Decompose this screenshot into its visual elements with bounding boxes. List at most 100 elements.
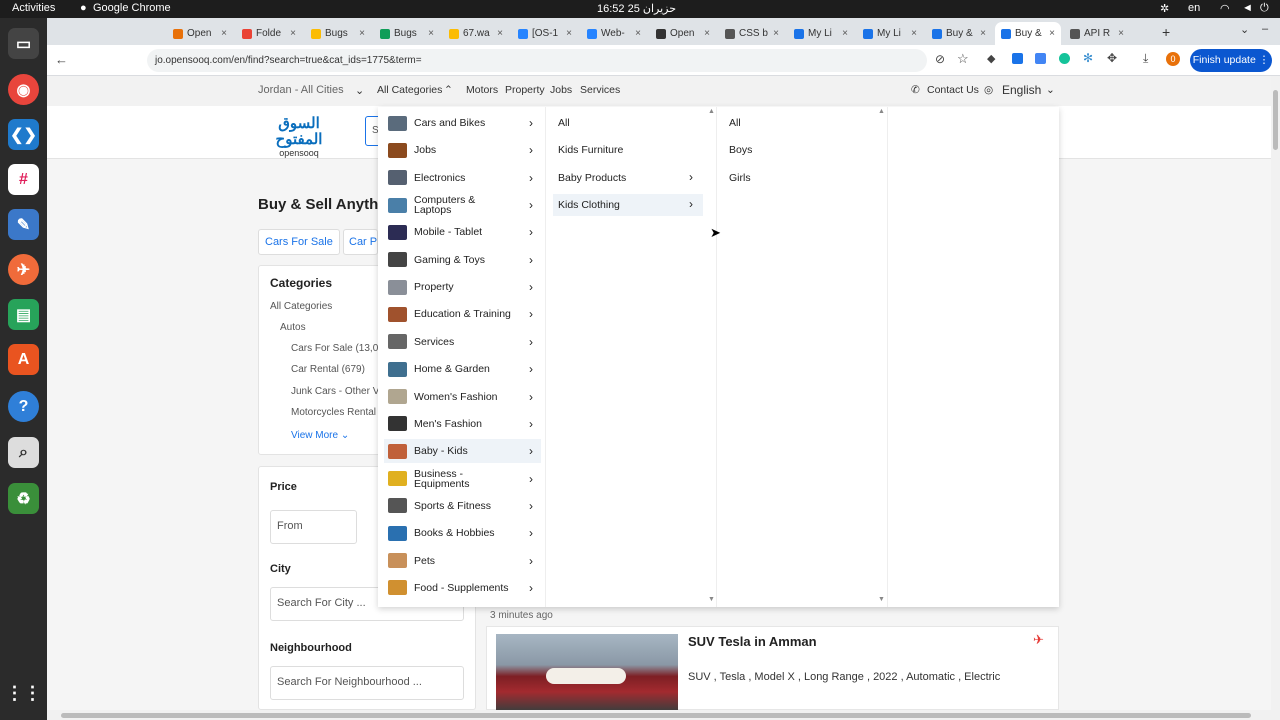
help-icon[interactable]: ?	[8, 391, 39, 422]
scrollbar-thumb[interactable]	[1273, 90, 1278, 150]
scroll-up-arrow-icon[interactable]: ▲	[708, 108, 715, 115]
show-apps-icon[interactable]: ⋮⋮	[6, 678, 42, 709]
category-car-rental[interactable]: Car Rental (679)	[291, 364, 365, 375]
tab-close-icon[interactable]: ×	[290, 28, 296, 39]
menu-subcategory-item[interactable]: Kids Furniture	[553, 139, 703, 161]
site-logo[interactable]: السوق المفتوح opensooq	[259, 116, 339, 159]
trash-icon[interactable]: ♻	[8, 483, 39, 514]
wifi-icon[interactable]: ◠	[1220, 2, 1230, 15]
nav-link-jobs[interactable]: Jobs	[550, 84, 572, 96]
chevron-up-icon[interactable]: ⌃	[444, 84, 453, 96]
nav-link-property[interactable]: Property	[505, 84, 545, 96]
postman-icon[interactable]: ✈	[8, 254, 39, 285]
tab-close-icon[interactable]: ×	[428, 28, 434, 39]
tracking-icon[interactable]: ⊘	[935, 52, 945, 66]
browser-tab[interactable]: Web- ×	[581, 22, 647, 45]
menu-category-item[interactable]: Property ›	[384, 275, 541, 299]
neighbourhood-search-input[interactable]: Search For Neighbourhood ...	[270, 666, 464, 700]
extension-icon[interactable]: ◆	[987, 52, 995, 65]
contact-us-link[interactable]: Contact Us	[927, 84, 979, 96]
language-selector[interactable]: English	[1002, 83, 1041, 97]
scroll-down-arrow-icon[interactable]: ▼	[708, 596, 715, 603]
back-button[interactable]: ←	[55, 52, 68, 67]
menu-category-item[interactable]: Mobile - Tablet ›	[384, 220, 541, 244]
tab-close-icon[interactable]: ×	[1049, 28, 1055, 39]
price-from-input[interactable]: From	[270, 510, 357, 544]
grammarly-icon[interactable]	[1059, 53, 1070, 64]
chip-cars-for-sale[interactable]: Cars For Sale	[258, 229, 340, 255]
extensions-puzzle-icon[interactable]: ✥	[1107, 51, 1117, 65]
menu-category-item[interactable]: Computers & Laptops ›	[384, 193, 541, 217]
tab-close-icon[interactable]: ×	[497, 28, 503, 39]
browser-tab[interactable]: My Li ×	[857, 22, 923, 45]
browser-tab[interactable]: Buy & ×	[995, 22, 1061, 45]
menu-category-item[interactable]: Pets ›	[384, 549, 541, 573]
screenshot-icon[interactable]: ⌕	[8, 437, 39, 468]
translate-extension-icon[interactable]	[1012, 53, 1023, 64]
browser-tab[interactable]: My Li ×	[788, 22, 854, 45]
all-categories-toggle[interactable]: All Categories	[377, 84, 442, 96]
tab-close-icon[interactable]: ×	[704, 28, 710, 39]
tab-close-icon[interactable]: ×	[773, 28, 779, 39]
menu-subcategory-item[interactable]: Kids Clothing ›	[553, 193, 703, 216]
slack-icon[interactable]: #	[8, 164, 39, 195]
scroll-up-arrow-icon[interactable]: ▲	[878, 108, 885, 115]
menu-category-item[interactable]: Education & Training ›	[384, 302, 541, 326]
tab-search-icon[interactable]: ⌄	[1240, 23, 1249, 36]
finish-update-button[interactable]: Finish update ⋮	[1190, 49, 1272, 72]
download-icon[interactable]: ⤓	[1143, 51, 1148, 66]
active-app-name[interactable]: Google Chrome	[93, 2, 171, 14]
nav-link-services[interactable]: Services	[580, 84, 620, 96]
tab-close-icon[interactable]: ×	[359, 28, 365, 39]
menu-category-item[interactable]: Gaming & Toys ›	[384, 248, 541, 272]
browser-tab[interactable]: Open ×	[650, 22, 716, 45]
listing-image[interactable]	[496, 634, 678, 710]
volume-icon[interactable]: ◄	[1242, 2, 1253, 14]
browser-tab[interactable]: Bugs ×	[305, 22, 371, 45]
nav-link-motors[interactable]: Motors	[466, 84, 498, 96]
vscode-icon[interactable]: ❮❯	[8, 119, 39, 150]
category-cars-for-sale[interactable]: Cars For Sale (13,07	[291, 343, 384, 354]
tab-close-icon[interactable]: ×	[1118, 28, 1124, 39]
menu-category-item[interactable]: Cars and Bikes ›	[384, 111, 541, 135]
minimize-button[interactable]: –	[1262, 23, 1268, 35]
profile-avatar[interactable]: 0	[1166, 52, 1180, 66]
browser-tab[interactable]: 67.wa ×	[443, 22, 509, 45]
tab-close-icon[interactable]: ×	[911, 28, 917, 39]
menu-category-item[interactable]: Business - Equipments ›	[384, 467, 541, 491]
address-bar[interactable]: jo.opensooq.com/en/find?search=true&cat_…	[147, 49, 927, 72]
chrome-icon[interactable]: ◉	[8, 74, 39, 105]
tab-close-icon[interactable]: ×	[221, 28, 227, 39]
clock[interactable]: 16:52 حزيران 25	[597, 2, 676, 15]
autos-link[interactable]: Autos	[280, 322, 306, 333]
menu-category-item[interactable]: Women's Fashion ›	[384, 385, 541, 409]
chip-car-plates[interactable]: Car Pl	[343, 229, 378, 255]
files-icon[interactable]: ▭	[8, 28, 39, 59]
menu-subcategory-item[interactable]: Baby Products ›	[553, 167, 703, 189]
power-icon[interactable]: ⏻	[1260, 2, 1269, 15]
accessibility-icon[interactable]: ✲	[1160, 2, 1169, 15]
category-junk-cars[interactable]: Junk Cars - Other Ve	[291, 386, 384, 397]
menu-category-item[interactable]: Services ›	[384, 330, 541, 354]
notes-icon[interactable]: ▤	[8, 299, 39, 330]
activities-button[interactable]: Activities	[12, 2, 55, 14]
menu-category-item[interactable]: Sports & Fitness ›	[384, 494, 541, 518]
browser-tab[interactable]: CSS b ×	[719, 22, 785, 45]
keyboard-language[interactable]: en	[1188, 2, 1200, 14]
browser-tab[interactable]: Buy & ×	[926, 22, 992, 45]
all-categories-link[interactable]: All Categories	[270, 301, 332, 312]
bookmark-star-icon[interactable]: ☆	[957, 51, 969, 67]
tab-close-icon[interactable]: ×	[980, 28, 986, 39]
react-devtools-icon[interactable]: ✻	[1083, 51, 1093, 65]
browser-tab[interactable]: [OS-1 ×	[512, 22, 578, 45]
listing-title[interactable]: SUV Tesla in Amman	[688, 634, 817, 649]
location-selector[interactable]: Jordan - All Cities	[258, 84, 344, 96]
menu-category-item[interactable]: Electronics ›	[384, 166, 541, 190]
browser-tab[interactable]: Folde ×	[236, 22, 302, 45]
menu-subsub-item[interactable]: All	[724, 112, 874, 134]
menu-category-item[interactable]: Books & Hobbies ›	[384, 521, 541, 545]
view-more-link[interactable]: View More ⌄	[291, 430, 349, 441]
location-chevron-icon[interactable]: ⌄	[355, 84, 364, 97]
new-tab-button[interactable]: +	[1162, 24, 1170, 40]
horizontal-scrollbar[interactable]	[47, 710, 1271, 720]
